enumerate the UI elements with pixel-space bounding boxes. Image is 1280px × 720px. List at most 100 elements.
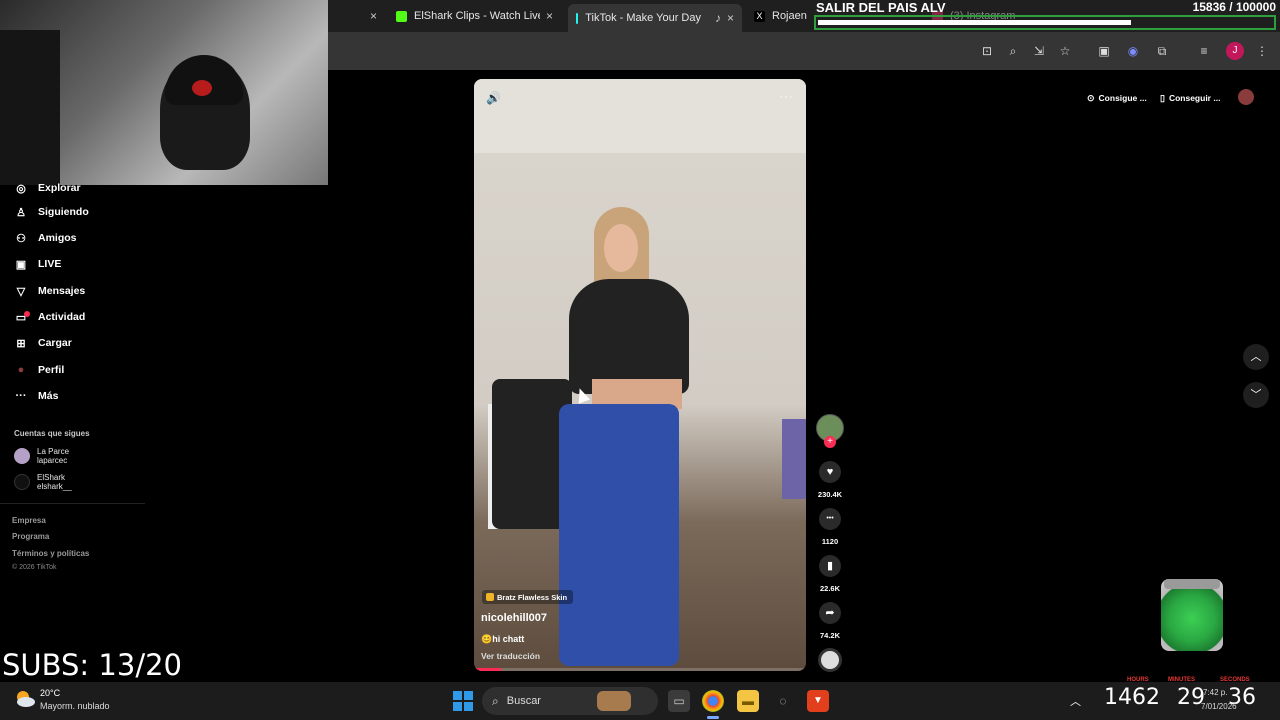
extension-icon[interactable]: ▣ xyxy=(1096,43,1112,59)
close-icon[interactable]: × xyxy=(370,9,377,23)
follow-plus-icon[interactable]: + xyxy=(824,436,836,448)
video-person-top xyxy=(569,279,689,394)
user-avatar[interactable] xyxy=(1238,89,1254,105)
chrome-icon[interactable] xyxy=(702,690,724,712)
more-options-icon[interactable]: ··· xyxy=(779,89,794,103)
messages-icon: ▽ xyxy=(16,285,26,298)
sidebar-item-mas[interactable]: ··· Más xyxy=(14,386,59,406)
windows-logo-pane xyxy=(453,691,462,700)
translate-icon[interactable]: ⊡ xyxy=(979,43,995,59)
weather-temperature: 20°C xyxy=(40,688,61,698)
following-handle: laparcec xyxy=(37,456,68,465)
sidebar-item-actividad[interactable]: ▭ Actividad xyxy=(14,307,85,327)
sidebar-item-perfil[interactable]: ● Perfil xyxy=(14,360,65,380)
video-player[interactable]: 🔊 ··· Bratz Flawless Skin nicolehill007 … xyxy=(474,79,806,671)
active-app-indicator xyxy=(707,716,719,719)
video-progress-fill xyxy=(474,668,501,671)
live-icon: ▣ xyxy=(15,258,27,271)
sidebar-item-live[interactable]: ▣ LIVE xyxy=(14,254,62,274)
following-account-elshark[interactable]: ElShark elshark__ xyxy=(14,473,72,491)
timer-minutes-label: MINUTES xyxy=(1168,677,1195,683)
share-button[interactable]: ➦ xyxy=(819,602,841,624)
timer-hours: 1462 xyxy=(1104,685,1160,710)
file-explorer-icon[interactable]: ▬ xyxy=(737,690,759,712)
video-progress-bar[interactable] xyxy=(474,668,806,671)
comment-button[interactable]: ••• xyxy=(819,508,841,530)
tab-tiktok[interactable]: TikTok - Make Your Day ♪ × xyxy=(568,4,742,32)
bookmark-star-icon[interactable]: ☆ xyxy=(1057,43,1073,59)
get-coins-pill[interactable]: ⊙ Consigue ... xyxy=(1087,90,1147,106)
app-icon[interactable]: ◌ xyxy=(772,690,794,712)
close-icon[interactable]: × xyxy=(727,11,734,25)
sidebar-item-label: Explorar xyxy=(38,182,81,194)
sidebar-item-label: Amigos xyxy=(38,232,77,244)
activity-icon: ▭ xyxy=(14,310,30,324)
x-icon: X xyxy=(754,10,765,22)
sidebar-item-label: Actividad xyxy=(38,311,86,323)
cast-icon[interactable]: ⇲ xyxy=(1031,43,1047,59)
windows-logo-pane xyxy=(453,702,462,711)
weather-icon xyxy=(17,691,35,707)
task-view-icon[interactable]: ▭ xyxy=(668,690,690,712)
browser-profile-avatar[interactable]: J xyxy=(1226,42,1244,60)
goal-progress-bar xyxy=(814,15,1276,30)
save-button[interactable]: ▮ xyxy=(819,555,841,577)
taskbar-search[interactable]: ⌕ Buscar xyxy=(482,687,658,715)
previous-video-button[interactable]: ︿ xyxy=(1243,344,1269,370)
close-icon[interactable]: × xyxy=(546,9,553,23)
like-count: 230.4K xyxy=(817,490,843,499)
sidebar-item-mensajes[interactable]: ▽ Mensajes xyxy=(14,281,86,301)
tiktok-icon xyxy=(576,12,579,24)
taskbar: 20°C Mayorm. nublado ⌕ Buscar ▭ ▬ ◌ ▼ ︿ … xyxy=(0,677,1280,720)
extension-2-icon[interactable]: ◉ xyxy=(1125,43,1141,59)
following-account-laparce[interactable]: La Parce laparcec xyxy=(14,447,69,465)
volume-icon[interactable]: 🔊 xyxy=(486,91,501,105)
get-app-pill[interactable]: ▯ Conseguir ... xyxy=(1160,90,1220,106)
music-disc-icon[interactable] xyxy=(818,648,842,672)
search-highlight-icon xyxy=(596,691,631,711)
webcam-chair xyxy=(0,30,60,185)
screen: × ElShark Clips - Watch Live or × TikTok… xyxy=(0,0,1280,720)
friends-icon: ⚇ xyxy=(16,232,26,245)
puzzle-icon[interactable]: ⧉ xyxy=(1154,43,1170,59)
tray-chevron-icon[interactable]: ︿ xyxy=(1070,693,1081,709)
media-control-icon[interactable]: ≡ xyxy=(1196,43,1212,59)
copyright: © 2026 TikTok xyxy=(12,564,57,571)
brave-icon[interactable]: ▼ xyxy=(807,690,829,712)
avatar xyxy=(14,474,30,490)
following-section-title: Cuentas que sigues xyxy=(14,429,90,438)
sidebar-item-amigos[interactable]: ⚇ Amigos xyxy=(14,228,77,248)
video-author[interactable]: nicolehill007 xyxy=(481,612,547,624)
timer-hours-label: HOURS xyxy=(1127,677,1149,683)
more-icon: ··· xyxy=(15,390,27,402)
avatar xyxy=(14,448,30,464)
speaker-icon[interactable]: ♪ xyxy=(715,11,721,25)
menu-icon[interactable]: ⋮ xyxy=(1254,43,1270,59)
effect-tag[interactable]: Bratz Flawless Skin xyxy=(482,590,574,604)
sidebar-item-explorar[interactable]: ◎ Explorar xyxy=(14,178,81,198)
sidebar-item-siguiendo[interactable]: ♙ Siguiendo xyxy=(14,202,89,222)
footer-link-terminos[interactable]: Términos y políticas xyxy=(12,549,89,558)
notification-badge xyxy=(24,310,30,317)
zoom-icon[interactable]: ⌕ xyxy=(1005,43,1021,59)
next-video-button[interactable]: ﹀ xyxy=(1243,382,1269,408)
tab-title: Rojaen xyxy=(772,10,807,22)
subs-counter: SUBS: 13/20 xyxy=(2,648,182,682)
sidebar-item-label: Siguiendo xyxy=(38,206,89,218)
like-button[interactable]: ♥ xyxy=(819,461,841,483)
windows-start-icon[interactable] xyxy=(453,691,473,711)
tab-elshark-clips[interactable]: ElShark Clips - Watch Live or × xyxy=(396,4,566,28)
following-name: La Parce xyxy=(37,447,70,456)
compass-icon: ◎ xyxy=(16,182,26,195)
windows-logo-pane xyxy=(464,702,473,711)
sidebar-item-cargar[interactable]: ⊞ Cargar xyxy=(14,333,72,353)
effect-label: Bratz Flawless Skin xyxy=(497,592,568,602)
search-icon: ⌕ xyxy=(492,693,499,708)
tab-blank[interactable]: × xyxy=(364,4,377,28)
tab-x[interactable]: X Rojaen xyxy=(754,4,814,28)
sidebar-item-label: Cargar xyxy=(38,337,72,349)
footer-link-programa[interactable]: Programa xyxy=(12,532,49,541)
translate-link[interactable]: Ver traducción xyxy=(481,651,540,661)
footer-link-empresa[interactable]: Empresa xyxy=(12,516,46,525)
system-time: 7:42 p. xyxy=(1203,688,1228,697)
